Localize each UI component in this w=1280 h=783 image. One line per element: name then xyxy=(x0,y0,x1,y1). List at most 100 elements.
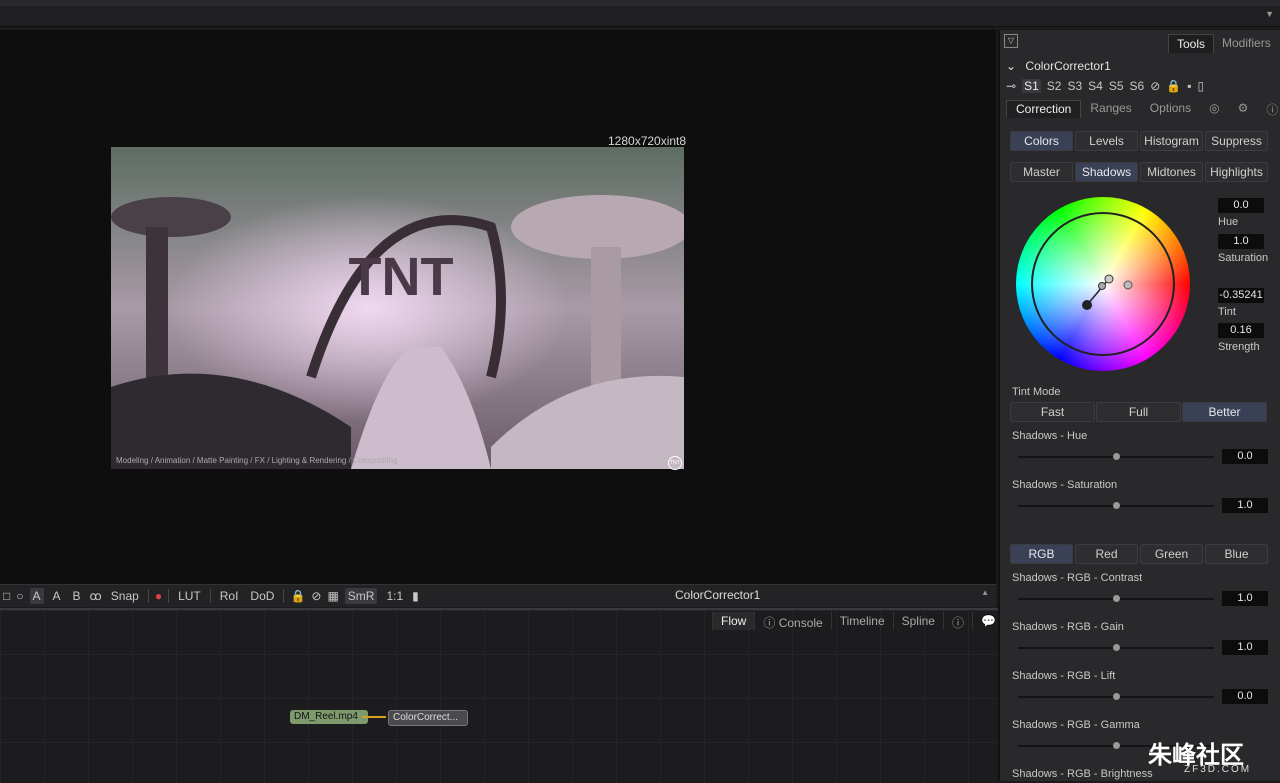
histogram-icon[interactable]: ▮ xyxy=(412,589,419,603)
channel-rgb-button[interactable]: RGB xyxy=(1010,544,1073,564)
version-s6[interactable]: S6 xyxy=(1130,79,1145,93)
ab-compare-button[interactable]: A xyxy=(50,588,64,604)
lock-icon[interactable]: 🔒 xyxy=(290,589,305,603)
shadows-hue-value[interactable]: 0.0 xyxy=(1222,449,1268,464)
shadows-saturation-value[interactable]: 1.0 xyxy=(1222,498,1268,513)
tint-full-button[interactable]: Full xyxy=(1096,402,1181,422)
snap-button[interactable]: Snap xyxy=(108,588,142,604)
viewer-toolbar: □ ○ A A B ꝏ Snap ● LUT RoI DoD 🔒 ⊘ ▦ SmR… xyxy=(0,584,996,607)
master-button[interactable]: Master xyxy=(1010,162,1073,182)
tab-console[interactable]: ⓘ Console xyxy=(754,612,830,630)
frame-caption: Modeling / Animation / Matte Painting / … xyxy=(116,456,398,465)
highlights-button[interactable]: Highlights xyxy=(1205,162,1268,182)
channel-blue-button[interactable]: Blue xyxy=(1205,544,1268,564)
tool-header[interactable]: ⌄ ColorCorrector1 xyxy=(1006,59,1111,73)
circle-tool-icon[interactable]: ○ xyxy=(16,589,23,603)
correction-tabs: Correction Ranges Options ◎ ⚙ ⓘ xyxy=(1006,100,1278,118)
lock-icon[interactable]: 🔒 xyxy=(1166,79,1181,93)
tab-modifiers[interactable]: Modifiers xyxy=(1214,34,1279,53)
watermark-url: ZF3D.COM xyxy=(1184,764,1252,775)
gain-value[interactable]: 1.0 xyxy=(1222,640,1268,655)
strength-value[interactable]: 0.16 xyxy=(1218,323,1264,338)
ghost-icon[interactable]: ⊘ xyxy=(311,589,321,603)
pin-icon[interactable]: ⊸ xyxy=(1006,79,1016,93)
tab-ranges[interactable]: Ranges xyxy=(1081,100,1140,118)
tint-value[interactable]: -0.35241 xyxy=(1218,288,1264,303)
info-icon[interactable]: ⓘ xyxy=(1257,100,1280,118)
slider-label: Shadows - RGB - Gain xyxy=(1012,621,1124,633)
buffer-b-button[interactable]: B xyxy=(70,588,84,604)
chevron-down-icon[interactable]: ▼ xyxy=(1265,9,1274,19)
tool-name: ColorCorrector1 xyxy=(1025,59,1111,73)
panel-collapse-icon[interactable]: ▽ xyxy=(1004,34,1018,48)
disable-icon[interactable]: ⊘ xyxy=(1150,79,1160,93)
color-swatch-icon[interactable]: ▯ xyxy=(1197,79,1204,93)
suppress-button[interactable]: Suppress xyxy=(1205,131,1268,151)
channel-red-button[interactable]: Red xyxy=(1075,544,1138,564)
contrast-slider[interactable] xyxy=(1018,595,1214,602)
gain-slider[interactable] xyxy=(1018,644,1214,651)
rect-tool-icon[interactable]: □ xyxy=(3,589,10,603)
color-wheel[interactable] xyxy=(1016,197,1190,371)
roi-button[interactable]: RoI xyxy=(217,588,242,604)
lift-value[interactable]: 0.0 xyxy=(1222,689,1268,704)
viewer-image: TNT xyxy=(111,147,684,469)
slider-knob[interactable] xyxy=(1112,595,1120,602)
tab-spline[interactable]: Spline xyxy=(892,612,943,630)
tnt-logo: TNT xyxy=(668,456,682,470)
shadows-hue-slider[interactable] xyxy=(1018,453,1214,460)
slider-knob[interactable] xyxy=(1112,644,1120,651)
shadows-button[interactable]: Shadows xyxy=(1075,162,1138,182)
hue-value[interactable]: 0.0 xyxy=(1218,198,1264,213)
saturation-label: Saturation xyxy=(1218,252,1269,264)
levels-button[interactable]: Levels xyxy=(1075,131,1138,151)
color-channel-icon[interactable]: ● xyxy=(155,589,162,603)
version-s2[interactable]: S2 xyxy=(1047,79,1062,93)
contrast-value[interactable]: 1.0 xyxy=(1222,591,1268,606)
tab-options[interactable]: Options xyxy=(1141,100,1200,118)
node-color-corrector[interactable]: ColorCorrect... xyxy=(388,710,468,726)
stereo-icon[interactable]: ꝏ xyxy=(90,589,102,603)
save-icon[interactable]: ▪ xyxy=(1187,79,1191,93)
chevron-up-icon[interactable]: ▲ xyxy=(981,588,989,597)
lut-button[interactable]: LUT xyxy=(175,588,204,604)
resolution-label: 1280x720xint8 xyxy=(608,134,687,148)
slider-knob[interactable] xyxy=(1112,453,1120,460)
tint-better-button[interactable]: Better xyxy=(1182,402,1267,422)
tint-mode-label: Tint Mode xyxy=(1012,386,1061,398)
slider-knob[interactable] xyxy=(1112,693,1120,700)
info-icon[interactable]: ⓘ xyxy=(942,612,972,630)
lift-slider[interactable] xyxy=(1018,693,1214,700)
histogram-button[interactable]: Histogram xyxy=(1140,131,1203,151)
dod-button[interactable]: DoD xyxy=(247,588,277,604)
shadows-saturation-slider[interactable] xyxy=(1018,502,1214,509)
viewer-tool-title: ColorCorrector1 xyxy=(675,588,761,602)
slider-label: Shadows - Saturation xyxy=(1012,479,1118,491)
slider-knob[interactable] xyxy=(1112,502,1120,509)
gear-icon[interactable]: ⚙ xyxy=(1229,100,1258,118)
camera-icon[interactable]: ◎ xyxy=(1200,100,1228,118)
tab-flow[interactable]: Flow xyxy=(712,612,755,630)
saturation-value[interactable]: 1.0 xyxy=(1218,234,1264,249)
version-s5[interactable]: S5 xyxy=(1109,79,1124,93)
slider-knob[interactable] xyxy=(1112,742,1120,749)
flow-editor[interactable] xyxy=(0,608,998,783)
zoom-1to1-button[interactable]: 1:1 xyxy=(383,588,406,604)
inspector-tabs: Tools Modifiers xyxy=(1168,34,1279,53)
buffer-a-button[interactable]: A xyxy=(29,588,44,604)
version-s1[interactable]: S1 xyxy=(1022,79,1041,93)
tab-timeline[interactable]: Timeline xyxy=(830,612,893,630)
node-dm-reel[interactable]: DM_Reel.mp4 xyxy=(290,710,368,724)
version-s4[interactable]: S4 xyxy=(1088,79,1103,93)
tab-tools[interactable]: Tools xyxy=(1168,34,1215,53)
channel-green-button[interactable]: Green xyxy=(1140,544,1203,564)
node-connection xyxy=(362,716,386,718)
smr-button[interactable]: SmR xyxy=(344,588,378,604)
strength-label: Strength xyxy=(1218,341,1260,353)
midtones-button[interactable]: Midtones xyxy=(1140,162,1203,182)
colors-button[interactable]: Colors xyxy=(1010,131,1073,151)
tab-correction[interactable]: Correction xyxy=(1006,100,1082,118)
tint-fast-button[interactable]: Fast xyxy=(1010,402,1095,422)
checker-icon[interactable]: ▦ xyxy=(327,589,338,603)
version-s3[interactable]: S3 xyxy=(1067,79,1082,93)
